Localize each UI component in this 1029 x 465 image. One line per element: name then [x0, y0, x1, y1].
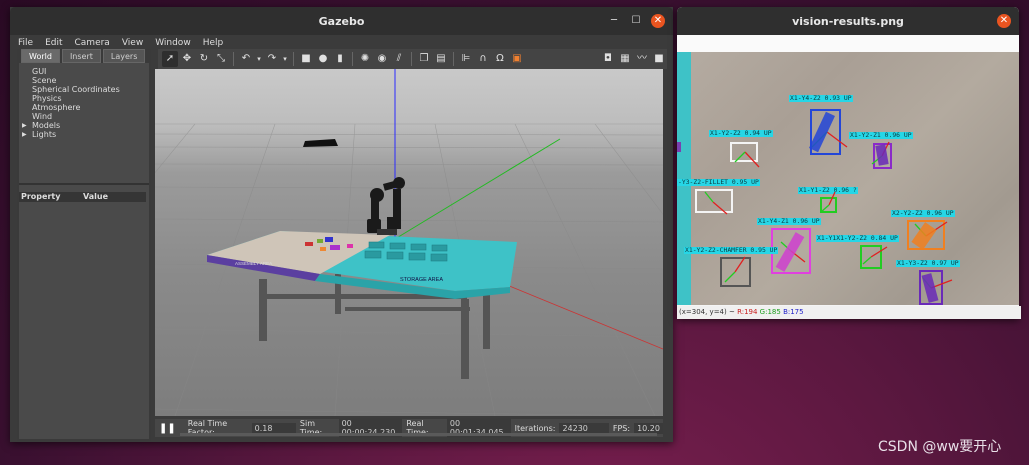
iterations-label: Iterations: — [514, 423, 556, 433]
copy-icon[interactable]: ❐ — [416, 51, 432, 67]
change-view-icon[interactable]: ▣ — [509, 51, 525, 67]
fps-value: 10.20 — [634, 422, 663, 434]
maximize-icon[interactable]: ☐ — [629, 14, 643, 28]
spot-light-icon[interactable]: ◉ — [374, 51, 390, 67]
pause-icon[interactable]: ❚❚ — [159, 423, 176, 434]
world-tree: GUI Scene Spherical Coordinates Physics … — [19, 63, 149, 439]
fps-label: FPS: — [612, 423, 631, 433]
tree-item-gui[interactable]: GUI — [19, 67, 149, 76]
gazebo-titlebar[interactable]: Gazebo ─ ☐ ✕ — [10, 7, 673, 35]
close-icon[interactable]: ✕ — [997, 14, 1011, 28]
tree-item-models[interactable]: Models — [19, 121, 149, 130]
plot-icon[interactable]: 〰 — [634, 51, 650, 67]
tab-layers[interactable]: Layers — [102, 49, 146, 63]
tree-item-physics[interactable]: Physics — [19, 94, 149, 103]
assembly-area-text: ASSEMBLY AREA — [235, 261, 272, 266]
vision-titlebar[interactable]: vision-results.png ✕ — [677, 7, 1019, 35]
paste-icon[interactable]: ▤ — [433, 51, 449, 67]
tree-item-scene[interactable]: Scene — [19, 76, 149, 85]
tree-item-atmosphere[interactable]: Atmosphere — [19, 103, 149, 112]
status-bar: ❚❚ Real Time Factor: 0.18 Sim Time: 00 0… — [155, 418, 663, 438]
image-toolbar — [677, 35, 1019, 52]
point-light-icon[interactable]: ✺ — [357, 51, 373, 67]
translate-icon[interactable]: ✥ — [179, 51, 195, 67]
undo-icon[interactable]: ↶ — [238, 51, 254, 67]
vision-window: vision-results.png ✕ X1-Y4-Z2 0.93 UP X1… — [677, 7, 1021, 319]
tree-item-wind[interactable]: Wind — [19, 112, 149, 121]
cylinder-shape-icon[interactable]: ▮ — [332, 51, 348, 67]
value-col: Value — [83, 192, 109, 201]
menu-help[interactable]: Help — [203, 38, 224, 48]
rotate-icon[interactable]: ↻ — [196, 51, 212, 67]
log-icon[interactable]: ▦ — [617, 51, 633, 67]
time-slider[interactable] — [180, 433, 657, 436]
rtf-value: 0.18 — [251, 422, 296, 434]
undo-dropdown-icon[interactable]: ▾ — [255, 51, 263, 67]
directional-light-icon[interactable]: ⫽ — [391, 51, 407, 67]
pixel-coords: (x=304, y=4) ~ — [679, 308, 738, 316]
select-arrow-icon[interactable]: ➚ — [162, 51, 178, 67]
tab-world[interactable]: World — [21, 49, 60, 63]
box-shape-icon[interactable]: ■ — [298, 51, 314, 67]
watermark: CSDN @ww要开心 — [878, 439, 1002, 455]
gazebo-window: Gazebo ─ ☐ ✕ File Edit Camera View Windo… — [10, 7, 673, 442]
redo-icon[interactable]: ↷ — [264, 51, 280, 67]
menu-window[interactable]: Window — [155, 38, 191, 48]
magnet-icon[interactable]: Ω — [492, 51, 508, 67]
panel-splitter[interactable] — [19, 183, 149, 185]
snap-icon[interactable]: ∩ — [475, 51, 491, 67]
3d-viewport[interactable]: STORAGE AREA ASSEMBLY AREA — [155, 69, 663, 416]
storage-area-text: STORAGE AREA — [400, 277, 443, 283]
property-header: Property Value — [19, 192, 146, 202]
window-title: Gazebo — [318, 14, 365, 28]
toolbar: ➚ ✥ ↻ ⤡ ↶ ▾ ↷ ▾ ■ ● ▮ ✺ ◉ ⫽ ❐ ▤ ⊫ ∩ Ω ▣ … — [158, 49, 667, 69]
vision-image[interactable]: X1-Y4-Z2 0.93 UP X1-Y2-Z2 0.94 UP X1-Y2-… — [677, 52, 1019, 305]
tree-item-spherical[interactable]: Spherical Coordinates — [19, 85, 149, 94]
pixel-status: (x=304, y=4) ~ R:194 G:185 B:175 — [677, 306, 1021, 319]
tree-item-lights[interactable]: Lights — [19, 130, 149, 139]
sphere-shape-icon[interactable]: ● — [315, 51, 331, 67]
minimize-icon[interactable]: ─ — [607, 14, 621, 28]
pixel-blue: B:175 — [783, 308, 804, 316]
left-panel: World Insert Layers GUI Scene Spherical … — [17, 49, 151, 441]
screenshot-icon[interactable]: ◘ — [600, 51, 616, 67]
property-col: Property — [21, 192, 61, 201]
close-icon[interactable]: ✕ — [651, 14, 665, 28]
tab-insert[interactable]: Insert — [61, 49, 101, 63]
menu-edit[interactable]: Edit — [45, 38, 62, 48]
redo-dropdown-icon[interactable]: ▾ — [281, 51, 289, 67]
iterations-value: 24230 — [559, 422, 609, 434]
video-record-icon[interactable]: ■ — [651, 51, 667, 67]
menu-camera[interactable]: Camera — [75, 38, 110, 48]
scale-icon[interactable]: ⤡ — [213, 51, 229, 67]
vision-window-title: vision-results.png — [792, 14, 904, 28]
pixel-red: R:194 — [737, 308, 758, 316]
pixel-green: G:185 — [759, 308, 781, 316]
align-icon[interactable]: ⊫ — [458, 51, 474, 67]
menu-file[interactable]: File — [18, 38, 33, 48]
menu-view[interactable]: View — [122, 38, 143, 48]
